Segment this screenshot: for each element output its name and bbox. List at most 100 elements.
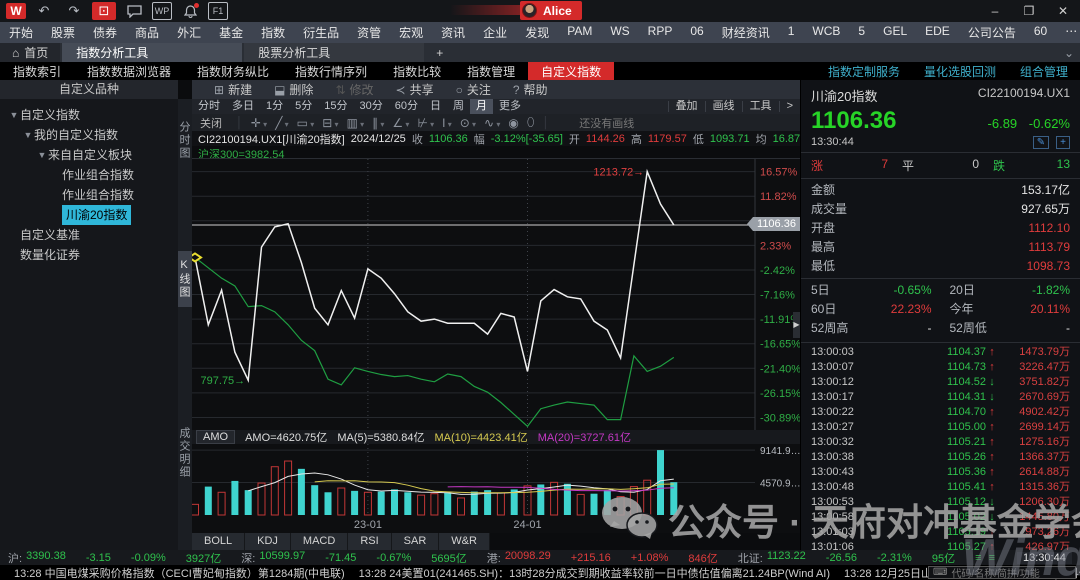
code-search-box[interactable]: ⌨ 代码/名称/简拼/功能 — [928, 566, 1076, 579]
news-item[interactable]: 13:28 中国电煤采购价格指数（CECI曹妃甸指数）第1284期(中电联) — [14, 565, 345, 580]
draw-tool-icon-9[interactable]: ⊙ ▾ — [460, 116, 476, 130]
tree-node[interactable]: 作业组合指数 — [0, 185, 178, 205]
tree-node[interactable]: ▼自定义指数 — [0, 105, 178, 125]
toolbar-button-关注[interactable]: ○关注 — [456, 81, 491, 98]
tab-intraday-chart[interactable]: 分时图 — [178, 115, 192, 166]
toolbar-button-帮助[interactable]: ?帮助 — [513, 81, 548, 98]
menu-right-item-公司公告[interactable]: 公司公告 — [959, 24, 1025, 41]
screenshot-crop-icon[interactable]: ⊡ — [92, 2, 116, 20]
indicator-tab-RSI[interactable]: RSI — [348, 533, 391, 550]
draw-tool-icon-0[interactable]: ✛ ▾ — [251, 116, 267, 130]
menu-right-item-EDE[interactable]: EDE — [916, 24, 959, 41]
submenu-link-指数定制服务[interactable]: 指数定制服务 — [816, 63, 912, 80]
workspace-tab-股票分析工具[interactable]: 股票分析工具 — [244, 43, 424, 62]
tree-node[interactable]: 川渝20指数 — [0, 205, 178, 225]
chart-action->[interactable]: > — [779, 101, 800, 112]
toolbar-button-新建[interactable]: ⊞新建 — [214, 81, 252, 98]
menu-item-宏观[interactable]: 宏观 — [390, 24, 432, 41]
draw-tool-icon-7[interactable]: ⊬ ▾ — [417, 116, 434, 130]
draw-tool-icon-10[interactable]: ∿ ▾ — [484, 116, 500, 130]
tree-node[interactable]: 数量化证券 — [0, 245, 178, 265]
period-button-30分[interactable]: 30分 — [354, 99, 389, 114]
period-button-月[interactable]: 月 — [470, 99, 493, 114]
toolbar-button-共享[interactable]: ≺共享 — [396, 81, 434, 98]
submenu-item-指数数据浏览器[interactable]: 指数数据浏览器 — [74, 62, 184, 80]
tree-expand-icon[interactable]: ▼ — [22, 125, 34, 145]
amo-tab[interactable]: AMO — [196, 430, 235, 444]
menu-right-item-财经资讯[interactable]: 财经资讯 — [713, 24, 779, 41]
menu-item-商品[interactable]: 商品 — [126, 24, 168, 41]
user-account-badge[interactable]: Alice — [520, 1, 582, 20]
submenu-item-指数索引[interactable]: 指数索引 — [0, 62, 74, 80]
draw-tool-icon-12[interactable]: ⬯ — [527, 115, 535, 130]
add-tab-button[interactable]: + — [424, 43, 455, 62]
indicator-tab-KDJ[interactable]: KDJ — [245, 533, 291, 550]
wp-icon[interactable]: WP — [152, 2, 172, 20]
volume-chart[interactable]: 9141.9…4570.9…23-0124-01 — [192, 444, 800, 533]
close-button[interactable]: ✕ — [1046, 0, 1080, 22]
menu-right-item-⋯[interactable]: ⋯ — [1056, 24, 1080, 41]
menu-item-发现[interactable]: 发现 — [516, 24, 558, 41]
menu-right-item-GEL[interactable]: GEL — [874, 24, 916, 41]
notification-bell-icon[interactable] — [178, 2, 202, 20]
menu-item-指数[interactable]: 指数 — [252, 24, 294, 41]
main-chart[interactable]: 16.57%11.82%7.08%2.33%-2.42%-7.16%-11.91… — [192, 158, 800, 430]
tree-expand-icon[interactable]: ▼ — [8, 105, 20, 125]
submenu-item-指数比较[interactable]: 指数比较 — [380, 62, 454, 80]
period-button-分时[interactable]: 分时 — [192, 99, 226, 114]
tab-trade-detail[interactable]: 成交明细 — [178, 421, 192, 485]
period-button-60分[interactable]: 60分 — [389, 99, 424, 114]
period-button-周[interactable]: 周 — [447, 99, 470, 114]
minimize-button[interactable]: – — [978, 0, 1012, 22]
tab-kline-chart[interactable]: K线图 — [178, 251, 192, 307]
menu-item-资管[interactable]: 资管 — [348, 24, 390, 41]
submenu-item-指数管理[interactable]: 指数管理 — [454, 62, 528, 80]
drawing-close-button[interactable]: 关闭 — [200, 115, 222, 131]
draw-tool-icon-1[interactable]: ╱ ▾ — [275, 116, 288, 130]
menu-item-企业[interactable]: 企业 — [474, 24, 516, 41]
menu-right-item-WS[interactable]: WS — [601, 24, 638, 41]
tree-node[interactable]: ▼来自自定义板块 — [0, 145, 178, 165]
draw-tool-icon-11[interactable]: ◉ — [508, 116, 518, 130]
maximize-button[interactable]: ❐ — [1012, 0, 1046, 22]
workspace-tab-指数分析工具[interactable]: 指数分析工具 — [62, 43, 242, 62]
period-button-多日[interactable]: 多日 — [226, 99, 260, 114]
edit-icon[interactable]: ✎ — [1033, 136, 1049, 149]
draw-tool-icon-2[interactable]: ▭ ▾ — [297, 116, 315, 130]
menu-right-item-PAM[interactable]: PAM — [558, 24, 601, 41]
tree-node[interactable]: 自定义基准 — [0, 225, 178, 245]
draw-tool-icon-5[interactable]: ∥ ▾ — [372, 116, 384, 130]
menu-right-item-60[interactable]: 60 — [1025, 24, 1056, 41]
draw-tool-icon-4[interactable]: ▥ ▾ — [347, 116, 365, 130]
period-button-1分[interactable]: 1分 — [260, 99, 289, 114]
menu-right-item-5[interactable]: 5 — [849, 24, 874, 41]
news-item[interactable]: 13:28 24美置01(241465.SH)：13时28分成交到期收益率较前一… — [359, 565, 830, 580]
chevron-down-icon[interactable]: ⌄ — [1064, 43, 1074, 62]
menu-item-基金[interactable]: 基金 — [210, 24, 252, 41]
tree-node[interactable]: ▼我的自定义指数 — [0, 125, 178, 145]
submenu-item-指数财务纵比[interactable]: 指数财务纵比 — [184, 62, 282, 80]
tab-home[interactable]: ⌂ 首页 — [0, 43, 60, 62]
tree-expand-icon[interactable]: ▼ — [36, 145, 48, 165]
chart-action-叠加[interactable]: 叠加 — [668, 101, 705, 112]
indicator-tab-BOLL[interactable]: BOLL — [192, 533, 245, 550]
chart-action-工具[interactable]: 工具 — [742, 101, 779, 112]
undo-icon[interactable]: ↶ — [32, 2, 56, 20]
chat-icon[interactable] — [122, 2, 146, 20]
indicator-tab-W&R[interactable]: W&R — [439, 533, 490, 550]
wind-logo[interactable]: W — [6, 3, 26, 19]
list-icons[interactable]: ≡ ≡ — [975, 552, 997, 564]
tick-list[interactable]: 13:00:031104.37↑1473.79万13:00:071104.73↑… — [801, 343, 1080, 572]
menu-right-item-WCB[interactable]: WCB — [803, 24, 849, 41]
period-button-日[interactable]: 日 — [424, 99, 447, 114]
draw-tool-icon-3[interactable]: ⊟ ▾ — [322, 116, 338, 130]
submenu-link-组合管理[interactable]: 组合管理 — [1008, 63, 1080, 80]
menu-right-item-06[interactable]: 06 — [681, 24, 712, 41]
submenu-link-量化选股回测[interactable]: 量化选股回测 — [912, 63, 1008, 80]
tree-node[interactable]: 作业组合指数 — [0, 165, 178, 185]
indicator-tab-SAR[interactable]: SAR — [392, 533, 440, 550]
submenu-item-active[interactable]: 自定义指数 — [528, 62, 614, 80]
period-button-5分[interactable]: 5分 — [289, 99, 318, 114]
menu-item-衍生品[interactable]: 衍生品 — [294, 24, 348, 41]
redo-icon[interactable]: ↷ — [62, 2, 86, 20]
